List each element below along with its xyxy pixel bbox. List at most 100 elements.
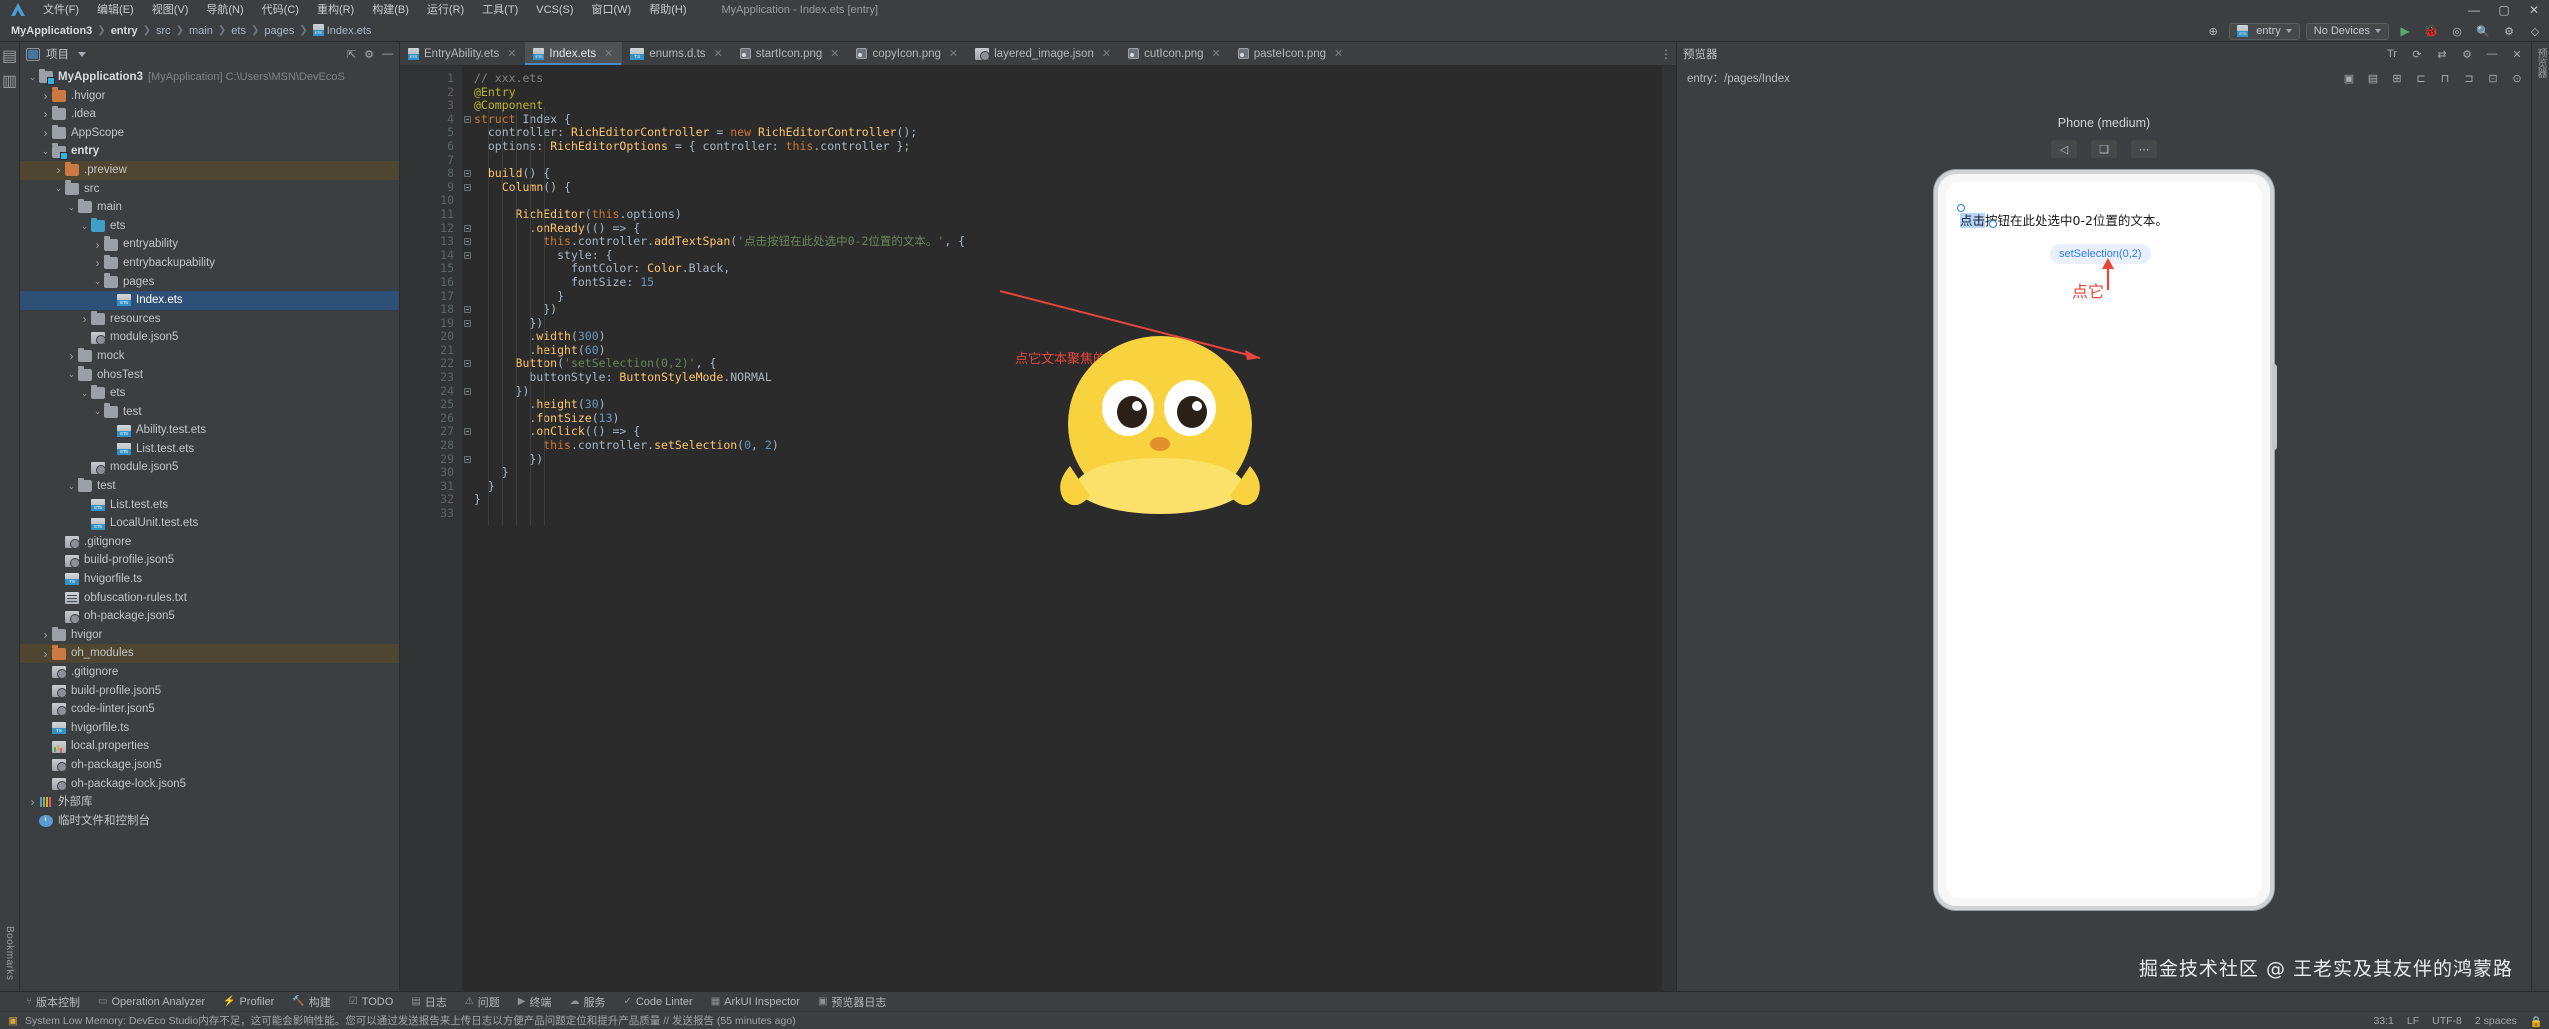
tree-item[interactable]: 临时文件和控制台: [20, 812, 399, 831]
editor-scroll-markers[interactable]: [1662, 66, 1676, 991]
tree-item[interactable]: List.test.ets: [20, 440, 399, 459]
multi-device-icon[interactable]: ❑: [2091, 140, 2117, 158]
run-configuration-selector[interactable]: entry: [2229, 22, 2300, 40]
tree-item[interactable]: ⌄ main: [20, 198, 399, 217]
chevron-down-icon[interactable]: [78, 51, 86, 57]
lock-icon[interactable]: 🔒: [2530, 1015, 2543, 1028]
tree-item[interactable]: .gitignore: [20, 533, 399, 552]
tree-item[interactable]: obfuscation-rules.txt: [20, 589, 399, 608]
tree-item[interactable]: › oh_modules: [20, 644, 399, 663]
chevron-down-icon[interactable]: ⌄: [26, 72, 39, 83]
code-line[interactable]: fontColor: Color.Black,: [474, 262, 1676, 276]
close-icon[interactable]: ✕: [1102, 47, 1111, 60]
code-line[interactable]: // xxx.ets: [474, 71, 1676, 86]
chevron-right-icon[interactable]: ›: [39, 107, 52, 121]
tree-item[interactable]: ⌄ test: [20, 477, 399, 496]
chevron-right-icon[interactable]: ›: [78, 312, 91, 326]
breadcrumb-src[interactable]: src: [151, 25, 176, 37]
tree-item[interactable]: local.properties: [20, 737, 399, 756]
chevron-right-icon[interactable]: ›: [52, 163, 65, 177]
align-center-icon[interactable]: ⊓: [2437, 71, 2453, 85]
tree-item[interactable]: ⌄ entry: [20, 142, 399, 161]
close-icon[interactable]: ✕: [714, 47, 723, 60]
editor-tab[interactable]: startIcon.png ✕: [732, 42, 849, 65]
breadcrumb-main[interactable]: main: [184, 25, 218, 37]
bottom-tool-bar[interactable]: ⑂ 版本控制 ▭ Operation Analyzer ⚡ Profiler 🔨 构建 ☑ TOD…: [0, 991, 2549, 1011]
minimize-button[interactable]: —: [2459, 0, 2489, 20]
code-line[interactable]: .onReady(() => {: [474, 221, 1676, 236]
tree-item[interactable]: › 外部库: [20, 793, 399, 812]
close-icon[interactable]: ✕: [2509, 47, 2525, 61]
tree-item[interactable]: › mock: [20, 347, 399, 366]
code-line[interactable]: options: RichEditorOptions = { controlle…: [474, 139, 1676, 154]
code-line[interactable]: }: [474, 289, 1676, 304]
chevron-right-icon[interactable]: ›: [91, 256, 104, 270]
editor-tab[interactable]: copyIcon.png ✕: [848, 42, 967, 65]
structure-tool-icon[interactable]: ▥: [2, 73, 17, 90]
close-icon[interactable]: ✕: [949, 47, 958, 60]
chevron-down-icon[interactable]: ⌄: [91, 276, 104, 287]
code-line[interactable]: RichEditor(this.options): [474, 207, 1676, 222]
chevron-right-icon[interactable]: ›: [39, 628, 52, 642]
tree-item[interactable]: Ability.test.ets: [20, 421, 399, 440]
chevron-down-icon[interactable]: ⌄: [65, 369, 78, 380]
tree-item[interactable]: › resources: [20, 310, 399, 329]
bookmarks-label[interactable]: Bookmarks: [4, 926, 15, 981]
code-line[interactable]: }): [474, 302, 1676, 317]
tree-item[interactable]: List.test.ets: [20, 496, 399, 515]
hide-panel-icon[interactable]: —: [382, 48, 393, 61]
menu-code[interactable]: 代码(C): [253, 0, 308, 20]
close-button[interactable]: ✕: [2519, 0, 2549, 20]
code-line[interactable]: controller: RichEditorController = new R…: [474, 126, 1676, 140]
chevron-down-icon[interactable]: ⌄: [39, 146, 52, 157]
editor-tab[interactable]: EntryAbility.ets ✕: [400, 42, 525, 65]
bottom-tool-Operation Analyzer[interactable]: ▭ Operation Analyzer: [98, 996, 205, 1008]
rotate-left-icon[interactable]: ◁: [2051, 140, 2077, 158]
fit-icon[interactable]: ⊡: [2485, 71, 2501, 85]
editor-tab[interactable]: cutIcon.png ✕: [1120, 42, 1230, 65]
close-icon[interactable]: ✕: [1212, 47, 1221, 60]
bottom-tool-构建[interactable]: 🔨 构建: [292, 994, 330, 1010]
tree-item[interactable]: ⌄ ets: [20, 384, 399, 403]
editor-tab[interactable]: Index.ets ✕: [525, 42, 623, 65]
tree-item[interactable]: ⌄ ets: [20, 217, 399, 236]
indent-setting[interactable]: 2 spaces: [2475, 1015, 2517, 1027]
status-message[interactable]: System Low Memory: DevEco Studio内存不足，这可能…: [25, 1013, 796, 1028]
tree-item[interactable]: hvigorfile.ts: [20, 570, 399, 589]
settings-icon[interactable]: ⚙: [364, 48, 374, 61]
chevron-right-icon[interactable]: ›: [65, 349, 78, 363]
search-everywhere-icon[interactable]: ⊕: [2203, 21, 2223, 41]
bottom-tool-版本控制[interactable]: ⑂ 版本控制: [26, 994, 80, 1010]
collapse-all-icon[interactable]: ⇱: [347, 48, 356, 61]
tree-item[interactable]: › AppScope: [20, 124, 399, 143]
tree-item[interactable]: hvigorfile.ts: [20, 719, 399, 738]
editor-tab-bar[interactable]: EntryAbility.ets✕Index.ets✕enums.d.ts✕st…: [400, 42, 1676, 66]
menu-view[interactable]: 视图(V): [143, 0, 198, 20]
breadcrumb-entry[interactable]: entry: [106, 25, 143, 37]
bottom-tool-ArkUI Inspector[interactable]: ▦ ArkUI Inspector: [711, 996, 800, 1008]
chevron-right-icon[interactable]: ›: [91, 238, 104, 252]
device-screen[interactable]: 点击按钮在此处选中0-2位置的文本。 setSelection(0,2) 点它: [1946, 182, 2262, 898]
close-icon[interactable]: ✕: [1334, 47, 1343, 60]
breadcrumb-project[interactable]: MyApplication3: [6, 25, 97, 37]
minimize-icon[interactable]: —: [2484, 47, 2500, 61]
close-icon[interactable]: ✕: [830, 47, 839, 60]
chevron-down-icon[interactable]: ⌄: [52, 183, 65, 194]
bottom-tool-预览器日志[interactable]: ▣ 预览器日志: [818, 994, 886, 1010]
device-selector[interactable]: No Devices: [2305, 22, 2389, 40]
grid-icon[interactable]: ⊞: [2389, 71, 2405, 85]
code-line[interactable]: this.controller.addTextSpan('点击按钮在此处选中0-…: [474, 234, 1676, 249]
format-icon[interactable]: Tr: [2384, 47, 2400, 61]
chevron-down-icon[interactable]: ⌄: [78, 388, 91, 399]
code-line[interactable]: struct Index {: [474, 112, 1676, 127]
refresh-icon[interactable]: ⟳: [2409, 47, 2425, 61]
tree-item[interactable]: Index.ets: [20, 291, 399, 310]
tree-item[interactable]: › .preview: [20, 160, 399, 180]
code-editor[interactable]: 1 2 3 4 5 6 7 8 9 10 11 12 13 14 15 16 17 18 19 20 21 22 23 24 2…: [400, 66, 1676, 991]
tree-item[interactable]: LocalUnit.test.ets: [20, 514, 399, 533]
menu-help[interactable]: 帮助(H): [640, 0, 695, 20]
tree-item[interactable]: › entrybackupability: [20, 254, 399, 273]
debug-button[interactable]: 🐞: [2421, 21, 2441, 41]
tree-item[interactable]: .gitignore: [20, 663, 399, 682]
bottom-tool-Profiler[interactable]: ⚡ Profiler: [223, 996, 274, 1008]
